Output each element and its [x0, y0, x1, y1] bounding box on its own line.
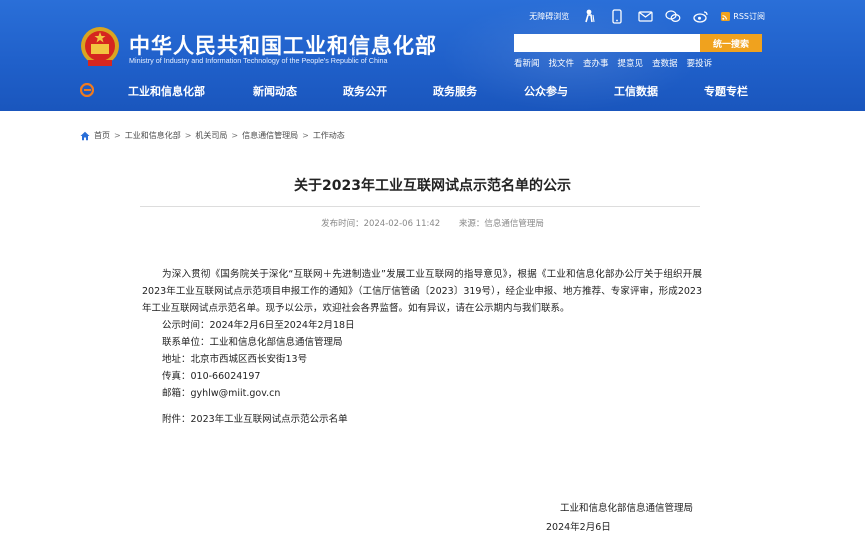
signature-date: 2024年2月6日	[546, 522, 611, 533]
utility-bar: 无障碍浏览 RSS订阅	[529, 8, 765, 24]
article-meta: 发布时间：2024-02-06 11:42 来源：信息通信管理局	[0, 217, 865, 229]
mail-icon[interactable]	[637, 8, 653, 24]
breadcrumb-home[interactable]: 首页	[94, 130, 110, 141]
quick-link-complaint[interactable]: 要投诉	[687, 57, 713, 69]
national-emblem-icon	[81, 27, 119, 66]
rss-icon	[721, 11, 731, 21]
title-divider	[140, 206, 700, 207]
breadcrumb-departments[interactable]: 机关司局	[195, 130, 227, 141]
e-logo-icon[interactable]	[80, 83, 94, 97]
attachment-link[interactable]: 附件：2023年工业互联网试点示范公示名单	[142, 411, 702, 428]
article-source: 来源：信息通信管理局	[458, 219, 544, 229]
nav-item-ministry[interactable]: 工业和信息化部	[128, 83, 205, 99]
home-icon	[80, 131, 90, 140]
main-nav: 工业和信息化部 新闻动态 政务公开 政务服务 公众参与 工信数据 专题专栏	[0, 77, 865, 105]
breadcrumb-separator: >	[184, 131, 192, 140]
contact-email: 邮箱：gyhlw@miit.gov.cn	[162, 388, 281, 399]
breadcrumb: 首页 > 工业和信息化部 > 机关司局 > 信息通信管理局 > 工作动态	[80, 130, 345, 141]
quick-link-data[interactable]: 查数据	[652, 57, 678, 69]
contact-unit: 联系单位：工业和信息化部信息通信管理局	[162, 337, 343, 348]
weibo-icon[interactable]	[693, 8, 709, 24]
article-title: 关于2023年工业互联网试点示范名单的公示	[294, 178, 571, 194]
rss-label: RSS订阅	[733, 11, 765, 21]
contact-address: 地址：北京市西城区西长安街13号	[162, 354, 308, 365]
nav-item-disclosure[interactable]: 政务公开	[343, 83, 387, 99]
rss-link[interactable]: RSS订阅	[721, 11, 765, 22]
quick-link-files[interactable]: 找文件	[549, 57, 575, 69]
search-input[interactable]	[514, 34, 700, 52]
contact-fax: 传真：010-66024197	[162, 371, 261, 382]
elder-mode-icon[interactable]	[581, 8, 597, 24]
mobile-icon[interactable]	[609, 8, 625, 24]
nav-item-services[interactable]: 政务服务	[433, 83, 477, 99]
article-body: 为深入贯彻《国务院关于深化“互联网＋先进制造业”发展工业互联网的指导意见》，根据…	[142, 266, 702, 428]
breadcrumb-work-news[interactable]: 工作动态	[313, 130, 345, 141]
quick-link-feedback[interactable]: 提意见	[618, 57, 644, 69]
site-header: 中华人民共和国工业和信息化部 Ministry of Industry and …	[0, 0, 865, 111]
breadcrumb-separator: >	[231, 131, 239, 140]
nav-item-data[interactable]: 工信数据	[614, 83, 658, 99]
notice-period: 公示时间：2024年2月6日至2024年2月18日	[162, 320, 355, 331]
nav-item-topics[interactable]: 专题专栏	[704, 83, 748, 99]
quick-links: 看新闻 找文件 查办事 提意见 查数据 要投诉	[514, 57, 712, 69]
breadcrumb-separator: >	[302, 131, 309, 140]
breadcrumb-ministry[interactable]: 工业和信息化部	[125, 130, 181, 141]
publish-time: 发布时间：2024-02-06 11:42	[321, 219, 441, 229]
breadcrumb-bureau[interactable]: 信息通信管理局	[242, 130, 298, 141]
quick-link-services[interactable]: 查办事	[583, 57, 609, 69]
quick-link-news[interactable]: 看新闻	[514, 57, 540, 69]
accessibility-link[interactable]: 无障碍浏览	[529, 11, 569, 22]
nav-item-participation[interactable]: 公众参与	[524, 83, 568, 99]
site-subtitle: Ministry of Industry and Information Tec…	[129, 56, 388, 65]
wechat-icon[interactable]	[665, 8, 681, 24]
search-button[interactable]: 统一搜索	[700, 34, 762, 52]
signature: 工业和信息化部信息通信管理局	[560, 503, 694, 514]
article-paragraph: 为深入贯彻《国务院关于深化“互联网＋先进制造业”发展工业互联网的指导意见》，根据…	[142, 269, 702, 314]
nav-item-news[interactable]: 新闻动态	[253, 83, 297, 99]
breadcrumb-separator: >	[114, 131, 121, 140]
